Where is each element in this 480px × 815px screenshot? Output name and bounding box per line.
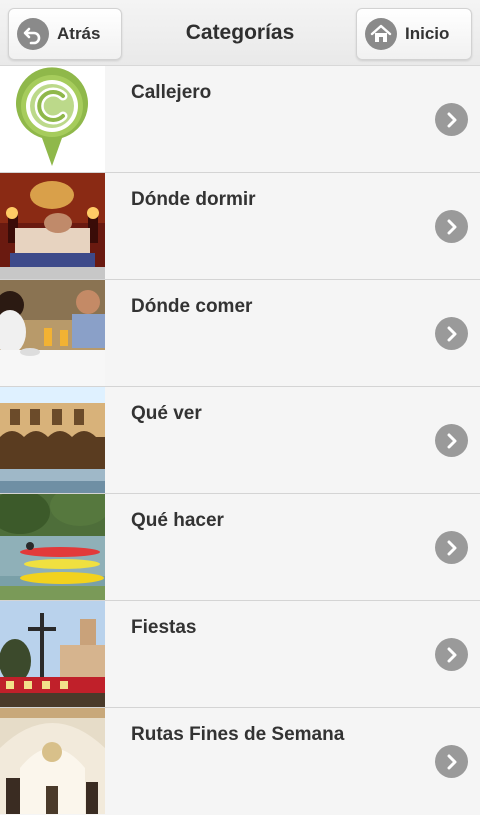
category-label: Fiestas [131, 617, 197, 638]
category-list: Callejero Dónde dormir Dónde comer Qué v… [0, 66, 480, 815]
category-item-fiestas[interactable]: Fiestas [0, 601, 480, 708]
category-item-que-hacer[interactable]: Qué hacer [0, 494, 480, 601]
category-label: Rutas Fines de Semana [131, 724, 345, 745]
home-icon [365, 18, 397, 50]
category-item-callejero[interactable]: Callejero [0, 66, 480, 173]
chevron-right-icon [435, 424, 468, 457]
category-label: Callejero [131, 82, 212, 103]
chevron-right-icon [435, 638, 468, 671]
chevron-right-icon [435, 103, 468, 136]
category-item-que-ver[interactable]: Qué ver [0, 387, 480, 494]
hotel-photo-thumbnail [0, 173, 105, 279]
home-button[interactable]: Inicio [356, 8, 472, 60]
category-label: Dónde comer [131, 296, 253, 317]
kayaks-photo-thumbnail [0, 494, 105, 600]
chevron-right-icon [435, 531, 468, 564]
church-interior-photo-thumbnail [0, 708, 105, 814]
page-title: Categorías [185, 21, 295, 44]
back-button-label: Atrás [57, 24, 101, 43]
chevron-right-icon [435, 317, 468, 350]
category-label: Dónde dormir [131, 189, 256, 210]
map-pin-logo-thumbnail [0, 66, 105, 172]
category-item-donde-dormir[interactable]: Dónde dormir [0, 173, 480, 280]
chevron-right-icon [435, 745, 468, 778]
category-item-rutas-fines-de-semana[interactable]: Rutas Fines de Semana [0, 708, 480, 815]
category-item-donde-comer[interactable]: Dónde comer [0, 280, 480, 387]
restaurant-photo-thumbnail [0, 280, 105, 386]
category-label: Qué hacer [131, 510, 224, 531]
procession-photo-thumbnail [0, 601, 105, 707]
chevron-right-icon [435, 210, 468, 243]
back-button[interactable]: Atrás [8, 8, 122, 60]
app-header: Atrás Categorías Inicio [0, 0, 480, 66]
category-label: Qué ver [131, 403, 202, 424]
courtyard-photo-thumbnail [0, 387, 105, 493]
back-arrow-icon [17, 18, 49, 50]
home-button-label: Inicio [405, 24, 450, 43]
